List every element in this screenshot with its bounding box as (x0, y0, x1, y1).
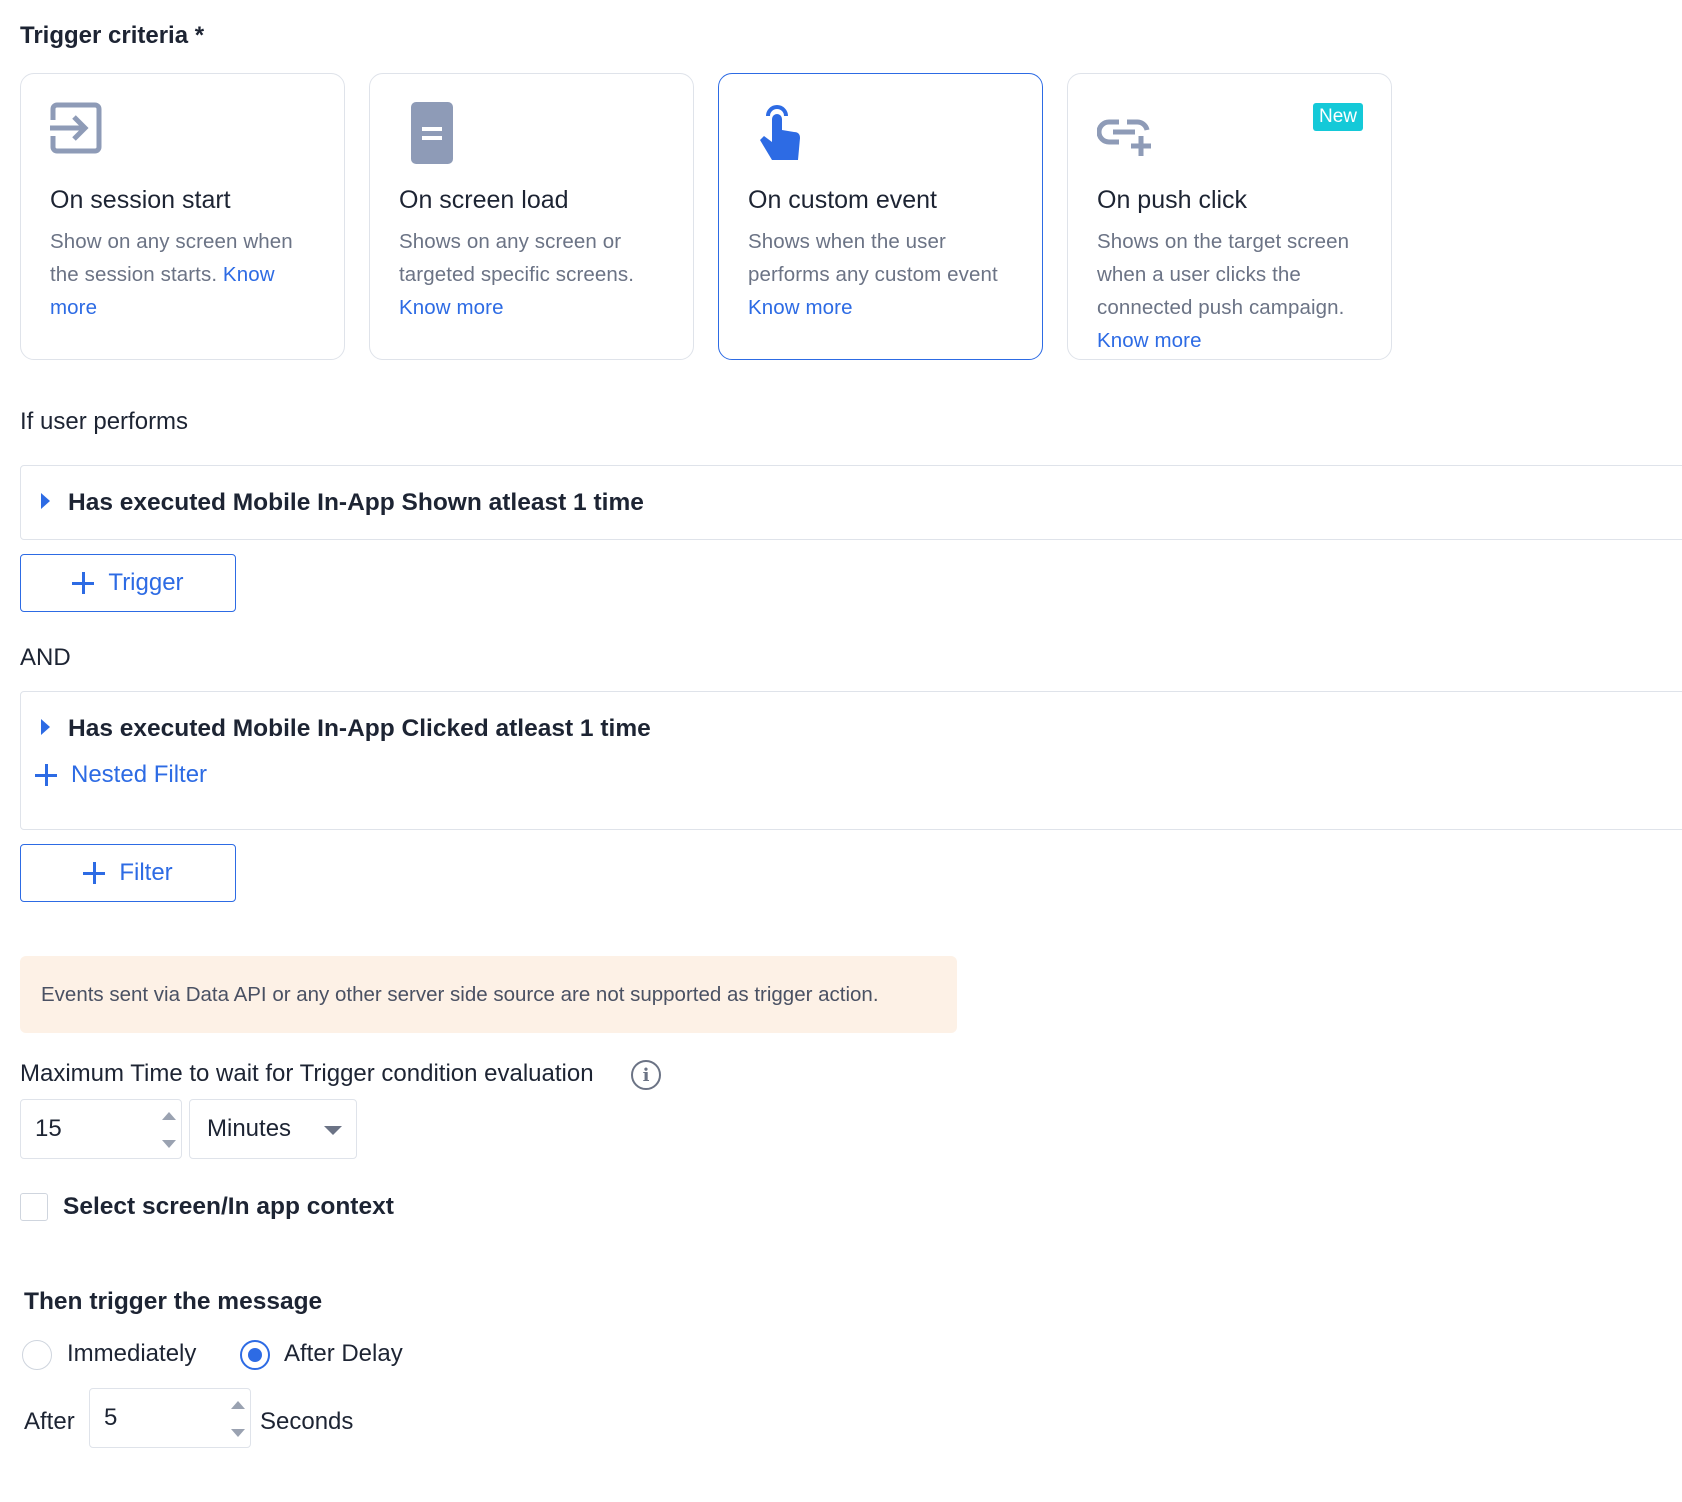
tap-finger-icon (748, 102, 1014, 170)
context-checkbox[interactable] (20, 1193, 48, 1221)
card-custom-event[interactable]: On custom event Shows when the user perf… (718, 73, 1043, 360)
card-title: On push click (1097, 186, 1248, 214)
card-desc: Shows when the user performs any custom … (748, 229, 998, 286)
know-more-link[interactable]: Know more (748, 296, 853, 319)
plus-icon (72, 572, 95, 594)
add-trigger-button[interactable]: Trigger (20, 554, 236, 612)
trigger-filter-text: Has executed Mobile In-App Shown atleast… (68, 488, 644, 516)
expand-caret-icon[interactable] (41, 492, 50, 509)
radio-after-delay-label: After Delay (284, 1340, 403, 1367)
delay-value: 5 (104, 1404, 118, 1431)
radio-immediately[interactable] (22, 1340, 52, 1370)
nested-filter-button[interactable]: Nested Filter (21, 761, 1682, 789)
max-wait-unit-select[interactable]: Minutes (189, 1099, 357, 1159)
trigger-criteria-title: Trigger criteria * (20, 22, 205, 49)
if-user-performs-label: If user performs (20, 408, 189, 435)
plus-icon (83, 862, 106, 884)
and-filter-text: Has executed Mobile In-App Clicked atlea… (68, 714, 651, 742)
context-checkbox-label: Select screen/In app context (63, 1193, 394, 1220)
radio-immediately-label: Immediately (67, 1340, 197, 1367)
and-filter-box: Has executed Mobile In-App Clicked atlea… (20, 691, 1682, 830)
add-trigger-label: Trigger (108, 569, 184, 596)
trigger-filter-row[interactable]: Has executed Mobile In-App Shown atleast… (21, 466, 1682, 539)
card-desc: Shows on the target screen when a user c… (1097, 229, 1350, 319)
trigger-filter-box: Has executed Mobile In-App Shown atleast… (20, 465, 1682, 540)
card-title: On session start (50, 186, 231, 214)
info-icon[interactable]: i (631, 1060, 661, 1090)
then-trigger-title: Then trigger the message (24, 1288, 323, 1315)
number-stepper-icon[interactable] (161, 1112, 177, 1148)
card-desc: Shows on any screen or targeted specific… (399, 229, 635, 286)
radio-after-delay[interactable] (240, 1340, 270, 1370)
and-filter-row[interactable]: Has executed Mobile In-App Clicked atlea… (21, 692, 1682, 765)
notice-text: Events sent via Data API or any other se… (41, 982, 879, 1006)
add-filter-button[interactable]: Filter (20, 844, 236, 902)
max-wait-unit: Minutes (207, 1115, 292, 1142)
delay-unit-label: Seconds (260, 1408, 354, 1435)
after-label: After (24, 1408, 75, 1435)
add-filter-label: Filter (119, 859, 173, 886)
plus-icon (35, 764, 57, 786)
max-wait-value-input[interactable]: 15 (20, 1099, 182, 1159)
card-title: On screen load (399, 186, 569, 214)
number-stepper-icon[interactable] (230, 1401, 246, 1437)
expand-caret-icon[interactable] (41, 718, 50, 735)
screen-icon (399, 102, 665, 170)
delay-value-input[interactable]: 5 (89, 1388, 251, 1448)
session-enter-icon (50, 102, 316, 170)
card-session-start[interactable]: On session start Show on any screen when… (20, 73, 345, 360)
max-wait-value: 15 (35, 1115, 62, 1142)
know-more-link[interactable]: Know more (399, 296, 504, 319)
card-push-click[interactable]: New On push click Shows on the target sc… (1067, 73, 1392, 360)
and-label: AND (20, 644, 71, 671)
new-badge: New (1312, 103, 1363, 131)
nested-filter-label: Nested Filter (71, 761, 208, 788)
server-side-notice: Events sent via Data API or any other se… (20, 956, 957, 1033)
max-wait-label: Maximum Time to wait for Trigger conditi… (20, 1060, 594, 1087)
chevron-down-icon (324, 1126, 342, 1135)
card-screen-load[interactable]: On screen load Shows on any screen or ta… (369, 73, 694, 360)
know-more-link[interactable]: Know more (1097, 329, 1202, 352)
card-title: On custom event (748, 186, 937, 214)
